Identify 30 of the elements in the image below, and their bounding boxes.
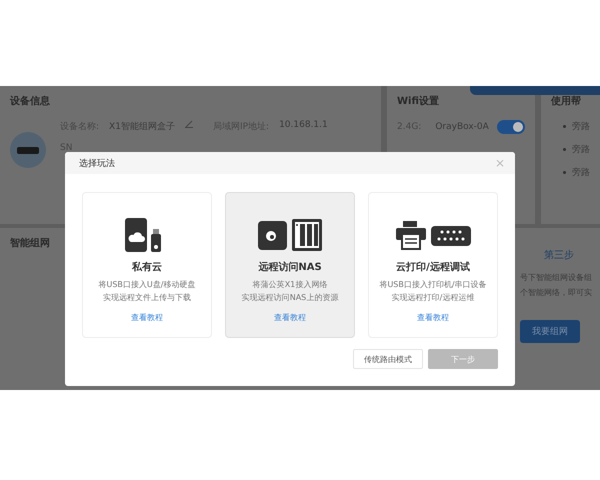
dialog-title: 选择玩法 (79, 158, 115, 170)
option-card[interactable]: 远程访问NAS 将蒲公英X1接入网络 实现远程访问NAS上的资源 查看教程 (225, 192, 355, 338)
option-title: 远程访问NAS (258, 260, 322, 274)
section-title: 设备信息 (10, 94, 51, 108)
disk-and-nas-icon (257, 218, 323, 252)
option-description: 实现远程文件上传与下载 (103, 292, 191, 304)
join-network-button[interactable]: 我要组网 (520, 320, 580, 343)
section-title: 使用帮 (551, 94, 582, 108)
option-description: 将蒲公英X1接入网络 (252, 279, 328, 291)
tutorial-link[interactable]: 查看教程 (417, 312, 449, 323)
printer-and-serial-port-icon (394, 220, 472, 250)
router-box-icon (10, 132, 46, 168)
option-description: 将USB口接入打印机/串口设备 (379, 279, 487, 291)
bullet-icon (563, 171, 566, 174)
router-mode-button[interactable]: 传统路由模式 (353, 349, 423, 369)
section-title: Wifi设置 (397, 94, 440, 108)
option-description: 实现远程打印/远程运维 (392, 292, 474, 304)
tutorial-link[interactable]: 查看教程 (131, 312, 163, 323)
option-title: 云打印/远程调试 (396, 260, 470, 274)
wifi-toggle[interactable] (496, 120, 525, 134)
step-title: 第三步 (544, 248, 574, 262)
tutorial-link[interactable]: 查看教程 (274, 312, 306, 323)
section-title: 智能组网 (10, 236, 50, 251)
bullet-icon (563, 148, 566, 151)
option-card[interactable]: 云打印/远程调试 将USB口接入打印机/串口设备 实现远程打印/远程运维 查看教程 (368, 192, 498, 338)
bullet-icon (563, 125, 566, 128)
option-description: 将USB口接入U盘/移动硬盘 (98, 279, 196, 291)
option-description: 实现远程访问NAS上的资源 (242, 292, 338, 304)
option-title: 私有云 (132, 260, 162, 274)
option-card[interactable]: 私有云 将USB口接入U盘/移动硬盘 实现远程文件上传与下载 查看教程 (82, 192, 212, 338)
